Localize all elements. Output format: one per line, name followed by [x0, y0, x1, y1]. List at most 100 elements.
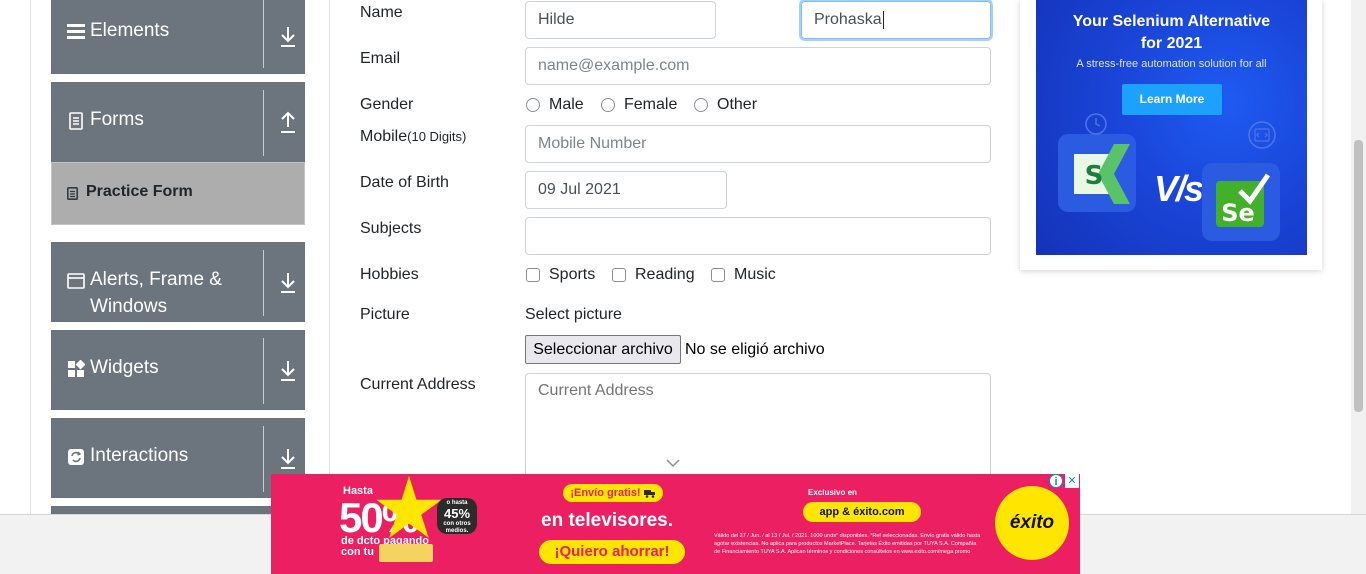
ad-quiero-ahorrar-button[interactable]: ¡Quiero ahorrar!	[539, 540, 685, 564]
ad-title: Your Selenium Alternative for 2021	[1036, 11, 1307, 55]
gender-male-radio[interactable]	[526, 98, 540, 112]
sidebar-group-elements[interactable]: Elements	[51, 0, 305, 74]
name-label: Name	[360, 4, 403, 21]
picture-label: Picture	[360, 306, 410, 323]
ad-title-line1: Your Selenium Alternative	[1072, 13, 1271, 30]
ad-45: 45%	[443, 506, 471, 521]
sync-icon	[68, 449, 84, 465]
select-picture-label: Select picture	[525, 306, 622, 323]
sidebar-group-widgets[interactable]: Widgets	[51, 330, 305, 410]
current-address-textarea[interactable]	[525, 373, 991, 483]
form-icon	[67, 187, 78, 200]
text-cursor	[882, 10, 884, 29]
exito-logo: éxito	[995, 486, 1069, 560]
bars-icon	[67, 24, 85, 39]
divider	[263, 0, 264, 68]
subjects-input[interactable]	[525, 217, 991, 255]
card-image	[379, 544, 433, 562]
mobile-hint: (10 Digits)	[407, 129, 467, 144]
divider	[263, 338, 264, 404]
hobby-music-checkbox[interactable]	[711, 268, 725, 282]
sidebar-group-label: Interactions	[90, 445, 189, 466]
learn-more-button[interactable]: Learn More	[1122, 84, 1222, 115]
ad-title-line2: for 2021	[1140, 35, 1203, 52]
widgets-icon	[68, 360, 85, 377]
ad-con-tu: con tu	[341, 546, 374, 558]
selenium-logo-icon: Se	[1202, 163, 1280, 241]
gender-other-label[interactable]: Other	[717, 95, 757, 115]
gender-female-label[interactable]: Female	[624, 95, 677, 115]
scrollbar-thumb[interactable]	[1354, 140, 1363, 412]
download-arrow-icon	[281, 449, 295, 469]
email-label: Email	[360, 50, 401, 67]
mobile-label-text: Mobile	[360, 128, 408, 145]
ad-info-icon[interactable]: i	[1049, 474, 1063, 488]
mobile-placeholder: Mobile Number	[538, 135, 647, 152]
sidebar-group-label: Elements	[90, 20, 170, 41]
ad-subtitle: A stress-free automation solution for al…	[1076, 58, 1267, 70]
ad-envio-gratis: ¡Envío gratis!	[563, 484, 663, 502]
first-name-value: Hilde	[538, 11, 575, 28]
last-name-input[interactable]: Prohaska	[801, 1, 991, 39]
hobby-reading-checkbox[interactable]	[612, 268, 626, 282]
upload-arrow-icon	[281, 111, 295, 133]
hobby-sports-label[interactable]: Sports	[549, 265, 595, 285]
dob-value: 09 Jul 2021	[538, 181, 621, 198]
email-placeholder: name@example.com	[538, 57, 690, 74]
sidebar-group-label: Windows	[90, 296, 168, 317]
email-input[interactable]: name@example.com	[525, 47, 991, 85]
sidebar-group-alerts-frame-windows[interactable]: Alerts, Frame & Windows	[51, 242, 305, 322]
ad-con-otros: con otros medios.	[443, 521, 471, 534]
page-scrollbar[interactable]	[1351, 0, 1366, 514]
choose-file-button[interactable]: Seleccionar archivo	[525, 335, 681, 364]
versus-text: V/s	[1154, 168, 1204, 209]
svg-text:Se: Se	[1221, 199, 1255, 227]
gender-female-radio[interactable]	[601, 98, 615, 112]
ad-legal-text: Válido del 27 / Jun. / al 13 / Jul. / 20…	[714, 533, 981, 555]
sidebar-group-label: Widgets	[90, 357, 159, 378]
first-name-input[interactable]: Hilde	[525, 1, 716, 39]
hobby-music-label[interactable]: Music	[734, 265, 776, 285]
gender-male-label[interactable]: Male	[549, 95, 584, 115]
download-arrow-icon	[281, 27, 295, 47]
sidebar-group-interactions[interactable]: Interactions	[51, 418, 305, 498]
gender-label: Gender	[360, 96, 414, 113]
katalon-logo-icon: S	[1058, 134, 1136, 212]
ad-televisores: en televisores.	[541, 510, 674, 531]
hobbies-label: Hobbies	[360, 266, 419, 283]
code-icon	[1248, 121, 1276, 149]
subjects-label: Subjects	[360, 220, 422, 237]
document-icon	[69, 112, 83, 130]
sidebar-group-forms[interactable]: Forms	[51, 82, 305, 162]
exito-banner-ad[interactable]: Hasta 50% o hasta 45% con otros medios. …	[271, 474, 1080, 574]
ad-close-icon[interactable]: ✕	[1065, 474, 1079, 488]
ad-45-badge: o hasta 45% con otros medios.	[437, 498, 477, 534]
window-icon	[67, 273, 85, 289]
mobile-input[interactable]: Mobile Number	[525, 125, 991, 163]
ad-envio-text: ¡Envío gratis!	[570, 487, 641, 499]
ad-exclusivo: Exclusivo en	[808, 488, 857, 497]
mobile-label: Mobile(10 Digits)	[360, 125, 466, 149]
sidebar-group-label: Alerts, Frame &	[90, 269, 222, 290]
sidebar-item-label: Practice Form	[86, 183, 193, 200]
download-arrow-icon	[281, 273, 295, 293]
file-status: No se eligió archivo	[685, 341, 825, 358]
divider	[263, 90, 264, 156]
clock-icon	[1085, 113, 1107, 135]
sidebar-item-practice-form[interactable]: Practice Form	[51, 162, 305, 225]
download-arrow-icon	[281, 361, 295, 381]
divider	[263, 426, 264, 492]
chevron-down-icon	[666, 459, 680, 468]
hobby-reading-label[interactable]: Reading	[635, 265, 695, 285]
selenium-alternative-ad[interactable]: Your Selenium Alternative for 2021 A str…	[1036, 0, 1307, 255]
svg-text:S: S	[1085, 161, 1104, 191]
hobby-sports-checkbox[interactable]	[526, 268, 540, 282]
page: Elements Forms Practice Form Alerts, Fra…	[0, 0, 1366, 574]
dob-input[interactable]: 09 Jul 2021	[525, 171, 727, 209]
gender-other-radio[interactable]	[694, 98, 708, 112]
current-address-label: Current Address	[360, 376, 476, 393]
ad-app-exito: app & éxito.com	[803, 502, 921, 522]
divider	[263, 250, 264, 316]
sidebar-group-label: Forms	[90, 109, 144, 130]
dob-label: Date of Birth	[360, 174, 449, 191]
